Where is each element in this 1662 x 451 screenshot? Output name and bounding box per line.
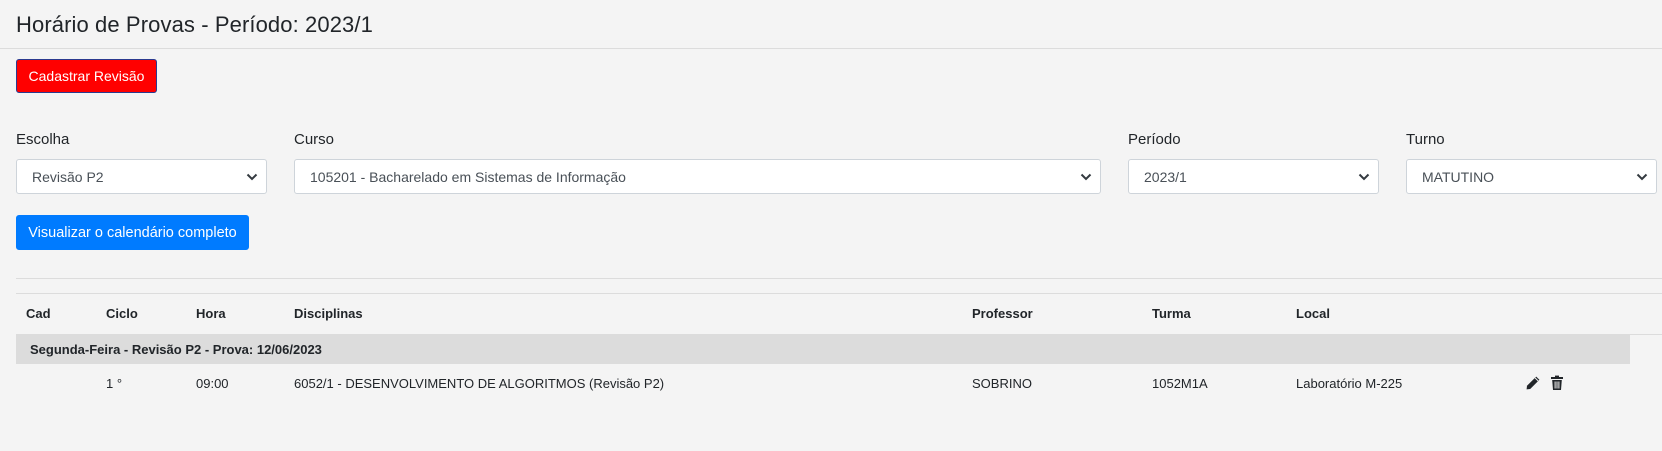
cell-ciclo: 1 ° [106,376,123,391]
chevron-down-icon [1636,173,1648,181]
chevron-down-icon [246,173,258,181]
chevron-down-icon [1358,173,1370,181]
register-review-button[interactable]: Cadastrar Revisão [16,59,157,93]
curso-select-value: 105201 - Bacharelado em Sistemas de Info… [310,169,626,185]
table-top-border [16,293,1662,294]
exam-schedule-page: Horário de Provas - Período: 2023/1 Cada… [0,0,1662,451]
header-disciplinas: Disciplinas [294,306,363,321]
periodo-label: Período [1128,131,1181,148]
header-local: Local [1296,306,1330,321]
header-turma: Turma [1152,306,1191,321]
periodo-select-value: 2023/1 [1144,169,1187,185]
cell-turma: 1052M1A [1152,376,1208,391]
page-title: Horário de Provas - Período: 2023/1 [16,12,373,37]
turno-select[interactable]: MATUTINO [1406,159,1657,194]
pencil-icon[interactable] [1525,375,1541,391]
cell-hora: 09:00 [196,376,229,391]
curso-select[interactable]: 105201 - Bacharelado em Sistemas de Info… [294,159,1101,194]
day-group-label: Segunda-Feira - Revisão P2 - Prova: 12/0… [30,342,322,357]
cell-local: Laboratório M-225 [1296,376,1403,391]
chevron-down-icon [1080,173,1092,181]
header-professor: Professor [972,306,1033,321]
header-hora: Hora [196,306,226,321]
title-divider [0,48,1662,49]
periodo-select[interactable]: 2023/1 [1128,159,1379,194]
turno-label: Turno [1406,131,1445,148]
header-cad: Cad [26,306,51,321]
cell-professor: SOBRINO [972,376,1032,391]
day-group-row: Segunda-Feira - Revisão P2 - Prova: 12/0… [16,335,1630,364]
curso-label: Curso [294,131,335,148]
section-divider [16,278,1662,279]
trash-icon[interactable] [1549,375,1565,391]
escolha-label: Escolha [16,131,70,148]
view-full-calendar-button[interactable]: Visualizar o calendário completo [16,215,249,250]
header-ciclo: Ciclo [106,306,138,321]
escolha-select-value: Revisão P2 [32,169,104,185]
cell-disciplina: 6052/1 - DESENVOLVIMENTO DE ALGORITMOS (… [294,376,665,391]
turno-select-value: MATUTINO [1422,169,1495,185]
escolha-select[interactable]: Revisão P2 [16,159,267,194]
